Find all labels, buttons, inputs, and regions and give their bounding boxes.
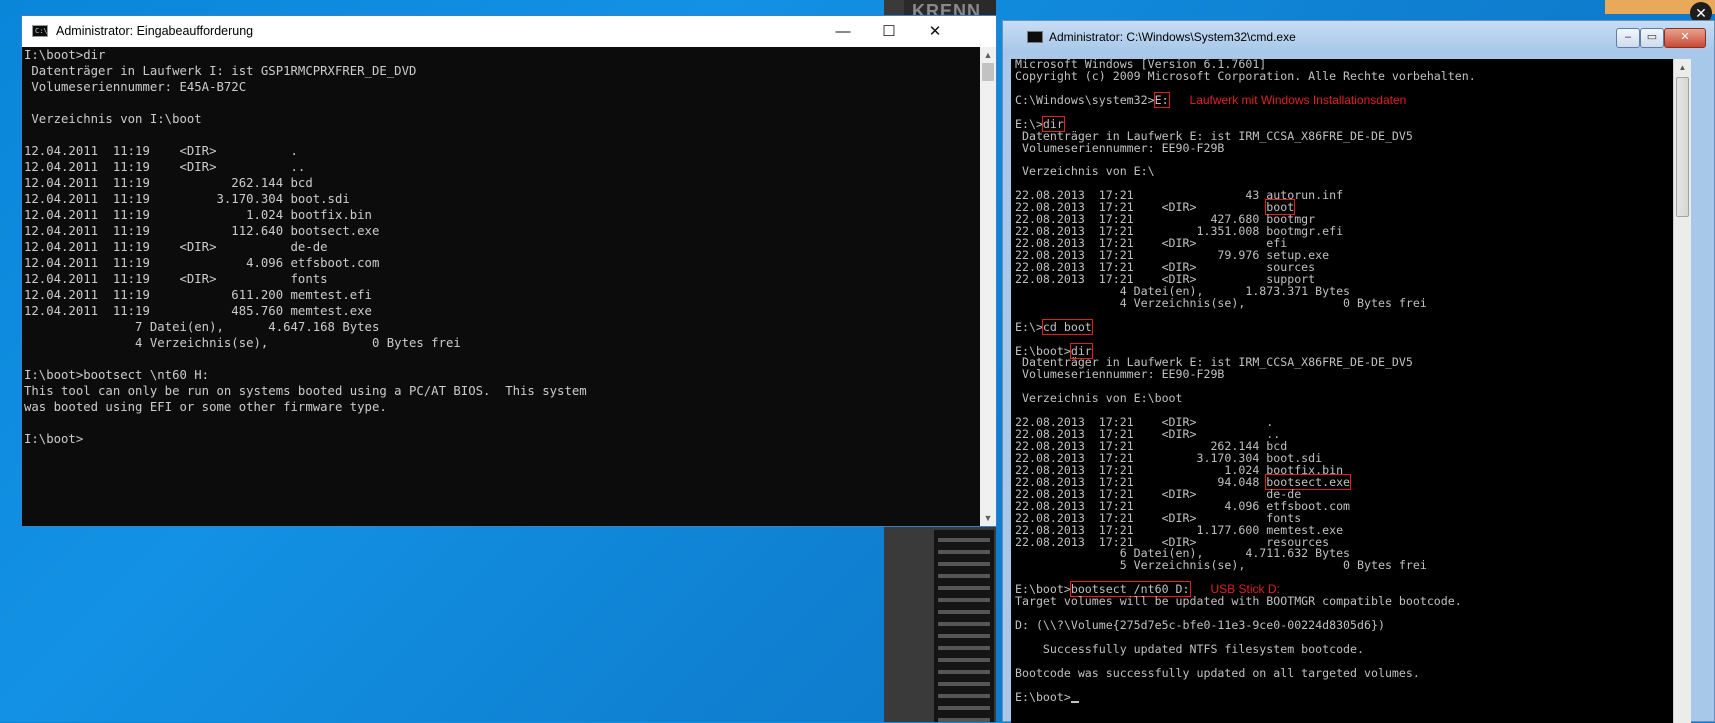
title-bar[interactable]: C:\ Administrator: Eingabeaufforderung —…	[22, 16, 996, 47]
maximize-button[interactable]: ☐	[866, 16, 912, 47]
console-line: 12.04.2011 11:19 <DIR> fonts	[24, 272, 328, 286]
console-line: was booted using EFI or some other firmw…	[24, 400, 387, 414]
console-icon	[1027, 31, 1043, 43]
console-line: Verzeichnis von I:\boot	[24, 112, 202, 126]
prompt: C:\Windows\system32>	[1015, 92, 1155, 107]
console-line: Volumeseriennummer: EE90-F29B	[1015, 140, 1225, 155]
scroll-up-arrow-icon[interactable]: ▲	[1674, 59, 1691, 77]
console-line: I:\boot>dir	[24, 48, 106, 62]
prompt: E:\>	[1015, 319, 1043, 334]
console-line: Volumeseriennummer: EE90-F29B	[1015, 367, 1225, 382]
console-line: This tool can only be run on systems boo…	[24, 384, 587, 398]
console-line: Datenträger in Laufwerk I: ist GSP1RMCPR…	[24, 64, 417, 78]
console-line: 12.04.2011 11:19 112.640 bootsect.exe	[24, 224, 380, 238]
console-icon-label: C:\	[35, 27, 48, 35]
minimize-button[interactable]: –	[1616, 28, 1640, 48]
console-icon: C:\	[32, 25, 48, 37]
window-title: Administrator: Eingabeaufforderung	[56, 24, 254, 38]
prompt: E:\boot>	[1015, 689, 1071, 704]
console-line: 5 Verzeichnis(se), 0 Bytes frei	[1015, 558, 1427, 573]
console-line: Verzeichnis von E:\boot	[1015, 391, 1183, 406]
console-line: C:\Windows\system32>E: Laufwerk mit Wind…	[1015, 91, 1673, 108]
console-line: 4 Verzeichnis(se), 0 Bytes frei	[24, 336, 461, 350]
console-line: 12.04.2011 11:19 <DIR> de-de	[24, 240, 328, 254]
console-line: I:\boot>	[24, 432, 84, 446]
console-output[interactable]: I:\boot>dir Datenträger in Laufwerk I: i…	[22, 47, 984, 526]
title-bar[interactable]: Administrator: C:\Windows\System32\cmd.e…	[1003, 21, 1714, 51]
close-button[interactable]: ✕	[912, 16, 958, 47]
annotation-note: Laufwerk mit Windows Installationsdaten	[1189, 92, 1407, 107]
console-line: Successfully updated NTFS filesystem boo…	[1015, 641, 1365, 656]
console-line: Copyright (c) 2009 Microsoft Corporation…	[1015, 68, 1476, 83]
console-line: 12.04.2011 11:19 4.096 etfsboot.com	[24, 256, 380, 270]
console-line: 4 Verzeichnis(se), 0 Bytes frei	[1015, 295, 1427, 310]
console-line: D: (\\?\Volume{275d7e5c-bfe0-11e3-9ce0-0…	[1015, 618, 1385, 633]
text-cursor	[1070, 700, 1079, 703]
console-line: 12.04.2011 11:19 485.760 memtest.exe	[24, 304, 372, 318]
scrollbar-thumb[interactable]	[1676, 77, 1689, 217]
console-line: E:\>cd boot	[1015, 318, 1673, 335]
console-line: I:\boot>bootsect \nt60 H:	[24, 368, 210, 382]
close-button[interactable]: ✕	[1664, 28, 1706, 48]
maximize-button[interactable]: ▭	[1640, 28, 1664, 48]
console-line: Bootcode was successfully updated on all…	[1015, 665, 1420, 680]
cmd-window-win7: Administrator: C:\Windows\System32\cmd.e…	[1002, 20, 1715, 723]
console-line: 12.04.2011 11:19 262.144 bcd	[24, 176, 313, 190]
vertical-scrollbar[interactable]: ▲ ▼	[980, 47, 996, 526]
scroll-up-arrow-icon[interactable]: ▲	[980, 47, 996, 63]
console-line: 12.04.2011 11:19 1.024 bootfix.bin	[24, 208, 372, 222]
console-line: Volumeseriennummer: E45A-B72C	[24, 80, 247, 94]
console-line: 7 Datei(en), 4.647.168 Bytes	[24, 320, 380, 334]
window-title: Administrator: C:\Windows\System32\cmd.e…	[1049, 30, 1296, 44]
console-line: Target volumes will be updated with BOOT…	[1015, 594, 1462, 609]
background-console-thumbnail	[934, 530, 994, 722]
cmd-window-win10: C:\ Administrator: Eingabeaufforderung —…	[22, 16, 996, 526]
console-line: 12.04.2011 11:19 3.170.304 boot.sdi	[24, 192, 350, 206]
console-line: 12.04.2011 11:19 <DIR> ..	[24, 160, 306, 174]
scroll-down-arrow-icon[interactable]: ▼	[980, 510, 996, 526]
highlighted-command: cd boot	[1041, 318, 1093, 335]
vertical-scrollbar[interactable]: ▲	[1673, 59, 1691, 723]
console-line: 12.04.2011 11:19 <DIR> .	[24, 144, 298, 158]
console-line: 12.04.2011 11:19 611.200 memtest.efi	[24, 288, 372, 302]
scrollbar-thumb[interactable]	[982, 63, 994, 81]
minimize-button[interactable]: —	[820, 16, 866, 47]
console-line: E:\boot>	[1015, 689, 1673, 704]
console-output[interactable]: Microsoft Windows [Version 6.1.7601] Copy…	[1011, 58, 1673, 723]
highlighted-command: E:	[1153, 91, 1170, 108]
console-line: Verzeichnis von E:\	[1015, 164, 1155, 179]
